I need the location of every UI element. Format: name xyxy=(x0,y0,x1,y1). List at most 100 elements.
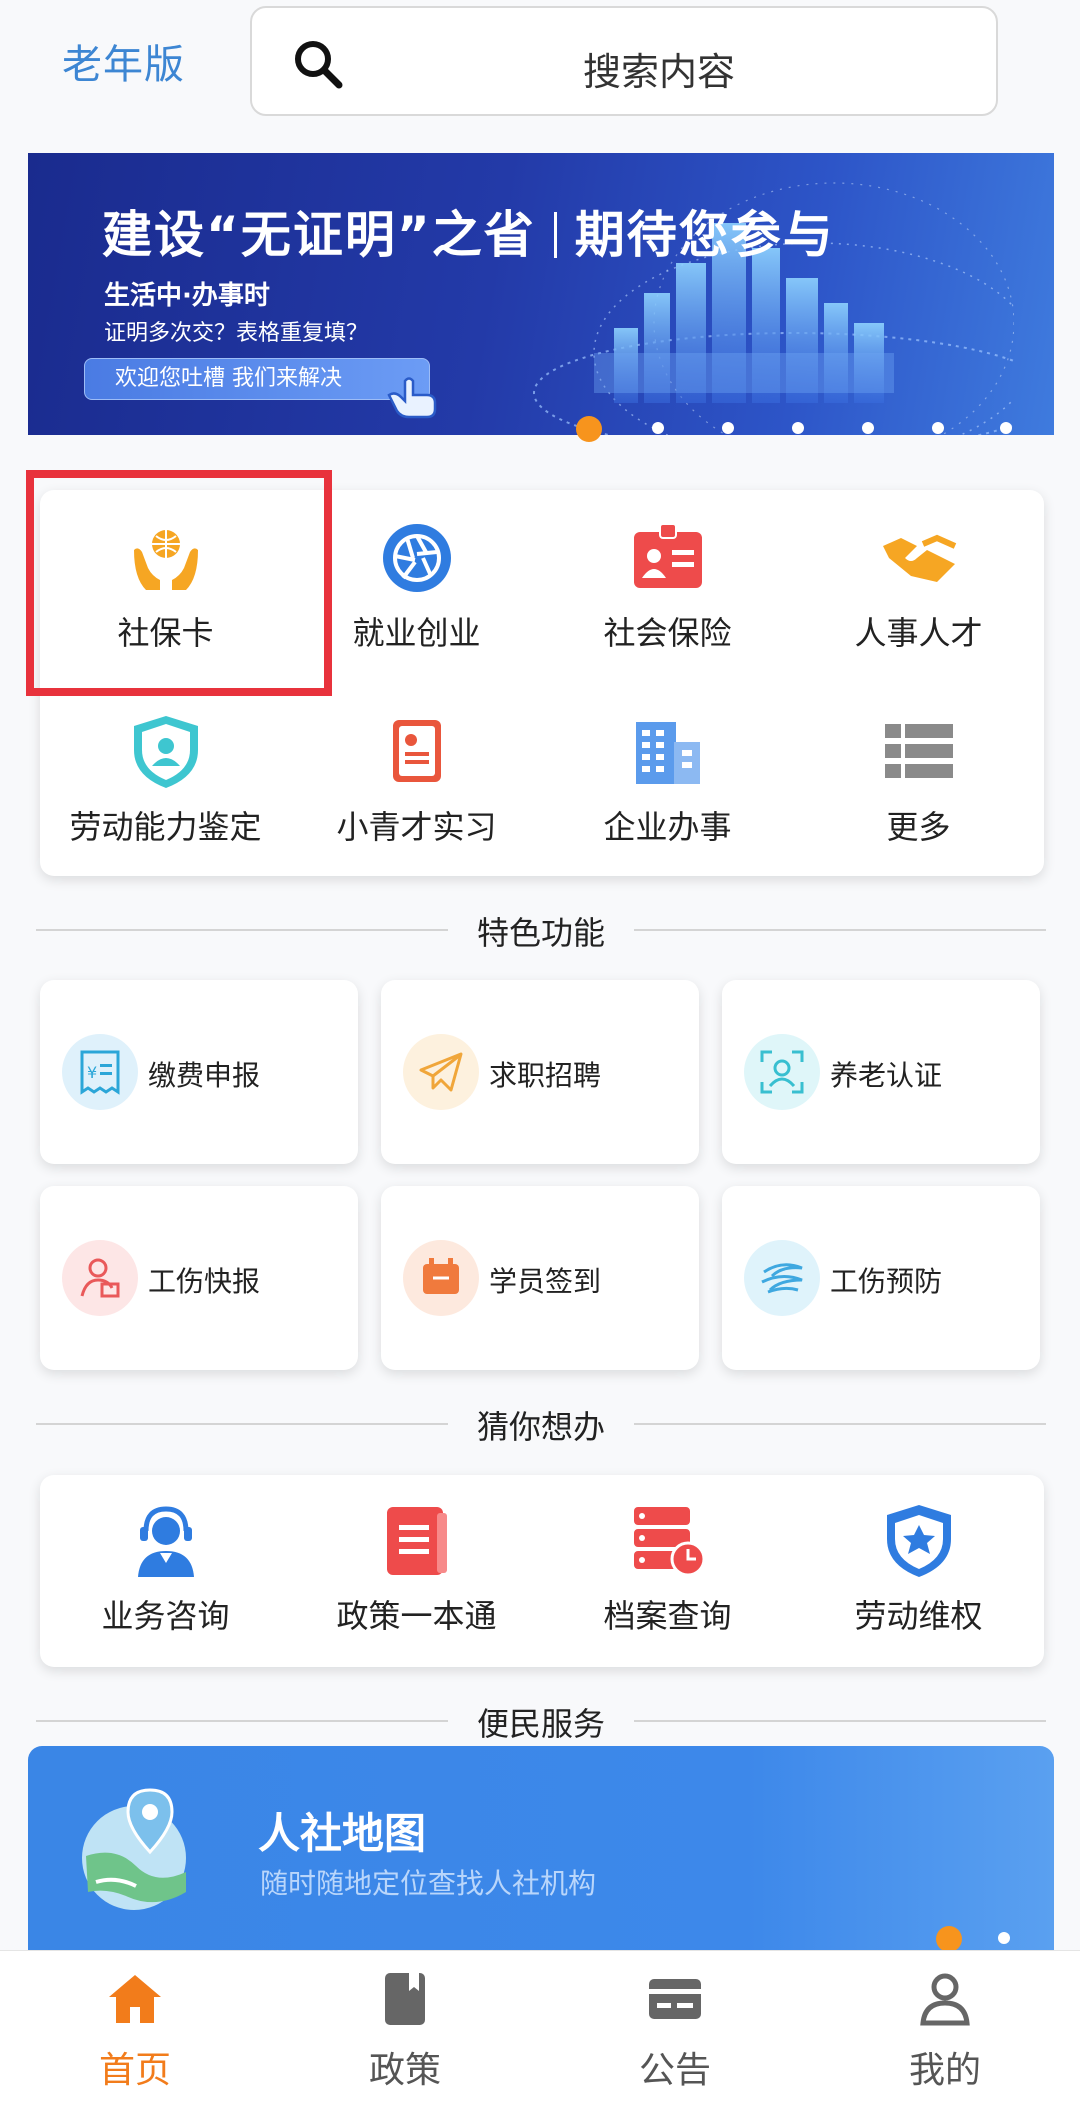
section-header-features: 特色功能 xyxy=(36,904,1046,954)
card-icon xyxy=(649,1979,701,2019)
guess-labor-rights[interactable]: 劳动维权 xyxy=(793,1475,1044,1667)
carousel-dot[interactable] xyxy=(792,422,804,434)
service-label: 小青才实习 xyxy=(336,808,497,846)
guess-policy-guide[interactable]: 政策一本通 xyxy=(291,1475,542,1667)
book-icon xyxy=(387,1507,447,1575)
carousel-dot[interactable] xyxy=(998,1932,1010,1944)
person-icon xyxy=(920,1973,970,2026)
carousel-dot-active[interactable] xyxy=(936,1926,962,1952)
guess-business-consult[interactable]: 业务咨询 xyxy=(40,1475,291,1667)
nav-home[interactable]: 首页 xyxy=(0,1951,270,2110)
nav-label: 我的 xyxy=(908,2050,981,2091)
section-header-services: 便民服务 xyxy=(36,1695,1046,1745)
carousel-dot[interactable] xyxy=(1000,422,1012,434)
top-header: 老年版 搜索内容 xyxy=(0,0,1080,135)
nav-label: 首页 xyxy=(98,2050,171,2091)
feature-label: 学员签到 xyxy=(489,1265,602,1298)
feature-label: 缴费申报 xyxy=(148,1059,261,1092)
map-banner-subtitle: 随时随地定位查找人社机构 xyxy=(260,1867,597,1900)
service-enterprise-affairs[interactable]: 企业办事 xyxy=(542,684,793,874)
promo-banner[interactable]: 建设“无证明”之省 期待您参与 生活中·办事时 证明多次交？表格重复填？ 欢迎您吐… xyxy=(28,153,1054,435)
feature-payment-declaration[interactable]: ¥ 缴费申报 xyxy=(40,980,358,1164)
paper-plane-icon xyxy=(419,1052,463,1092)
banner-title-left: 建设“无证明”之省 xyxy=(102,206,536,264)
feature-pension-certification[interactable]: 养老认证 xyxy=(722,980,1040,1164)
section-title: 便民服务 xyxy=(476,1705,605,1743)
service-label: 企业办事 xyxy=(603,808,732,846)
nav-mine[interactable]: 我的 xyxy=(810,1951,1080,2110)
payment-receipt-icon: ¥ xyxy=(80,1050,120,1095)
carousel-dot[interactable] xyxy=(862,422,874,434)
elder-mode-button[interactable]: 老年版 xyxy=(62,32,185,90)
guess-services-card: 业务咨询 政策一本通 档案查询 劳动维权 xyxy=(40,1475,1044,1667)
nav-label: 政策 xyxy=(368,2050,441,2091)
service-label: 人事人才 xyxy=(854,614,983,652)
service-social-insurance[interactable]: 社会保险 xyxy=(542,490,793,680)
banner-carousel-dots xyxy=(0,416,1080,452)
banner-title-right: 期待您参与 xyxy=(574,206,835,264)
feature-label: 求职招聘 xyxy=(489,1059,602,1092)
service-label: 劳动能力鉴定 xyxy=(69,808,262,846)
injury-report-icon xyxy=(80,1258,120,1298)
headset-agent-icon xyxy=(138,1506,194,1577)
map-banner[interactable]: 人社地图 随时随地定位查找人社机构 xyxy=(28,1746,1054,1956)
shield-star-icon xyxy=(887,1505,951,1577)
divider xyxy=(634,1720,1046,1722)
divider xyxy=(634,929,1046,931)
feature-label: 工伤预防 xyxy=(830,1265,943,1298)
banner-line1: 生活中·办事时 xyxy=(104,281,270,311)
guess-label: 劳动维权 xyxy=(854,1597,983,1635)
carousel-dot-active[interactable] xyxy=(576,416,602,442)
guess-archive-query[interactable]: 档案查询 xyxy=(542,1475,793,1667)
icon-circle: ¥ xyxy=(62,1034,138,1110)
service-personnel-talent[interactable]: 人事人才 xyxy=(793,490,1044,680)
svg-text:¥: ¥ xyxy=(87,1063,97,1082)
guess-label: 档案查询 xyxy=(603,1597,732,1635)
guess-label: 业务咨询 xyxy=(101,1597,230,1635)
section-title: 猜你想办 xyxy=(476,1408,605,1446)
pointing-hand-icon xyxy=(387,377,437,419)
carousel-dot[interactable] xyxy=(722,422,734,434)
icon-circle xyxy=(744,1240,820,1316)
divider xyxy=(553,212,557,258)
service-youth-internship[interactable]: 小青才实习 xyxy=(291,684,542,874)
home-icon xyxy=(109,1975,161,2023)
resume-icon xyxy=(393,720,441,782)
carousel-dot[interactable] xyxy=(932,422,944,434)
search-bar[interactable]: 搜索内容 xyxy=(250,6,998,116)
bottom-navigation: 首页 政策 公告 我的 xyxy=(0,1950,1080,2110)
handshake-icon xyxy=(883,534,957,582)
service-label: 更多 xyxy=(886,808,951,846)
map-pin-globe-icon xyxy=(82,1788,186,1910)
carousel-dot[interactable] xyxy=(652,422,664,434)
feature-injury-report[interactable]: 工伤快报 xyxy=(40,1186,358,1370)
feature-label: 工伤快报 xyxy=(148,1265,261,1298)
feature-trainee-checkin[interactable]: 学员签到 xyxy=(381,1186,699,1370)
banner-line2: 证明多次交？表格重复填？ xyxy=(104,321,369,346)
nav-notice[interactable]: 公告 xyxy=(540,1951,810,2110)
service-work-ability-appraisal[interactable]: 劳动能力鉴定 xyxy=(40,684,291,874)
feature-job-recruitment[interactable]: 求职招聘 xyxy=(381,980,699,1164)
archive-clock-icon xyxy=(634,1507,706,1577)
icon-circle xyxy=(403,1034,479,1110)
feature-injury-prevention[interactable]: 工伤预防 xyxy=(722,1186,1040,1370)
face-scan-icon xyxy=(760,1050,804,1094)
section-title: 特色功能 xyxy=(476,914,605,952)
highlight-box xyxy=(26,470,332,696)
shield-person-icon xyxy=(134,716,198,788)
service-label: 社会保险 xyxy=(603,614,732,652)
section-header-guess: 猜你想办 xyxy=(36,1398,1046,1448)
banner-title: 建设“无证明”之省 期待您参与 xyxy=(102,195,835,267)
nav-policy[interactable]: 政策 xyxy=(270,1951,540,2110)
calendar-checkin-icon xyxy=(423,1258,459,1294)
list-grid-icon xyxy=(885,724,953,778)
aperture-icon xyxy=(383,524,451,592)
service-more[interactable]: 更多 xyxy=(793,684,1044,874)
icon-circle xyxy=(403,1240,479,1316)
banner-feedback-button[interactable]: 欢迎您吐槽 我们来解决 xyxy=(84,358,430,400)
book-icon xyxy=(385,1973,425,2025)
building-icon xyxy=(636,722,700,784)
nav-label: 公告 xyxy=(638,2050,711,2091)
id-badge-icon xyxy=(634,523,702,588)
swirl-icon xyxy=(761,1263,803,1294)
